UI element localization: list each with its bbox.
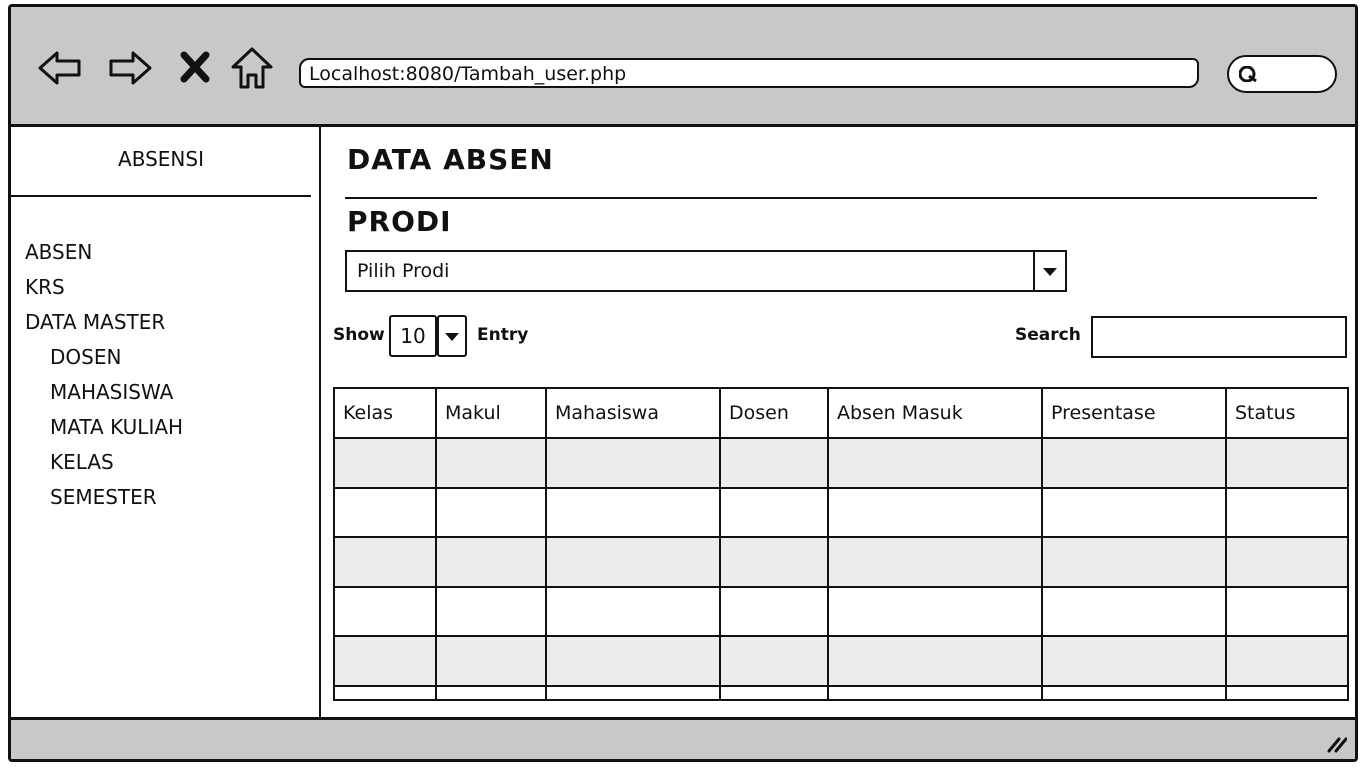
table-cell	[719, 684, 829, 702]
table-cell	[435, 585, 547, 638]
table-cell	[545, 684, 721, 702]
column-header-dosen[interactable]: Dosen	[719, 387, 829, 439]
table-cell	[1225, 635, 1349, 687]
table-cell	[719, 536, 829, 588]
table-cell	[1225, 437, 1349, 489]
sidebar-item-dosen[interactable]: DOSEN	[25, 340, 183, 375]
table-cell	[435, 635, 547, 687]
forward-arrow-icon[interactable]	[107, 45, 153, 91]
table-cell	[1041, 684, 1227, 702]
column-header-kelas[interactable]: Kelas	[333, 387, 437, 439]
table-cell	[333, 635, 437, 687]
table-row	[333, 635, 1349, 687]
home-icon[interactable]	[229, 45, 275, 91]
entries-value: 10	[389, 315, 437, 357]
sidebar-item-absen[interactable]: ABSEN	[25, 235, 183, 270]
sidebar-item-mata-kuliah[interactable]: MATA KULIAH	[25, 410, 183, 445]
table-cell	[435, 486, 547, 539]
search-icon	[1238, 65, 1259, 83]
browser-window: Localhost:8080/Tambah_user.php ABSENSI A…	[8, 4, 1358, 762]
table-row	[333, 486, 1349, 539]
table-cell	[1041, 585, 1227, 638]
browser-search-box[interactable]	[1227, 55, 1337, 93]
entries-dropdown-button[interactable]	[437, 315, 467, 357]
table-cell	[1225, 585, 1349, 638]
table-cell	[827, 585, 1043, 638]
table-cell	[435, 536, 547, 588]
sidebar-item-semester[interactable]: SEMESTER	[25, 480, 183, 515]
table-cell	[333, 536, 437, 588]
table-row	[333, 437, 1349, 489]
sidebar-item-krs[interactable]: KRS	[25, 270, 183, 305]
entry-label: Entry	[477, 325, 529, 345]
table-cell	[719, 486, 829, 539]
column-header-mahasiswa[interactable]: Mahasiswa	[545, 387, 721, 439]
table-cell	[719, 437, 829, 489]
table-cell	[1041, 437, 1227, 489]
table-cell	[545, 635, 721, 687]
table-cell	[545, 486, 721, 539]
close-icon[interactable]	[177, 45, 213, 91]
column-header-makul[interactable]: Makul	[435, 387, 547, 439]
table-cell	[435, 684, 547, 702]
column-header-presentase[interactable]: Presentase	[1041, 387, 1227, 439]
sidebar-item-data-master[interactable]: DATA MASTER	[25, 305, 183, 340]
table-header-row: Kelas Makul Mahasiswa Dosen Absen Masuk …	[333, 387, 1349, 439]
table-cell	[1225, 486, 1349, 539]
table-cell	[545, 585, 721, 638]
sidebar-item-mahasiswa[interactable]: MAHASISWA	[25, 375, 183, 410]
back-arrow-icon[interactable]	[37, 45, 83, 91]
search-label: Search	[1015, 325, 1081, 345]
table-cell	[435, 437, 547, 489]
table-cell	[1041, 536, 1227, 588]
table-cell	[827, 486, 1043, 539]
sidebar-title: ABSENSI	[118, 147, 204, 171]
table-cell	[1041, 486, 1227, 539]
table-cell	[827, 635, 1043, 687]
table-cell	[1041, 635, 1227, 687]
table-cell	[333, 486, 437, 539]
table-cell	[1225, 684, 1349, 702]
absen-table: Kelas Makul Mahasiswa Dosen Absen Masuk …	[333, 387, 1349, 702]
table-row	[333, 684, 1349, 702]
table-cell	[545, 437, 721, 489]
status-bar	[11, 717, 1355, 759]
chevron-down-icon	[445, 333, 459, 341]
table-row	[333, 585, 1349, 638]
sidebar-menu: ABSEN KRS DATA MASTER DOSEN MAHASISWA MA…	[25, 235, 183, 515]
address-bar[interactable]: Localhost:8080/Tambah_user.php	[299, 58, 1199, 88]
prodi-dropdown-button[interactable]	[1033, 252, 1065, 290]
table-cell	[827, 536, 1043, 588]
show-label: Show	[333, 325, 385, 345]
column-header-status[interactable]: Status	[1225, 387, 1349, 439]
search-input[interactable]	[1091, 316, 1347, 358]
sidebar-item-kelas[interactable]: KELAS	[25, 445, 183, 480]
entries-select[interactable]: 10	[389, 315, 469, 357]
table-cell	[333, 437, 437, 489]
prodi-label: PRODI	[347, 205, 452, 238]
table-row	[333, 536, 1349, 588]
table-cell	[545, 536, 721, 588]
table-cell	[333, 684, 437, 702]
resize-grip-icon[interactable]	[1325, 731, 1348, 753]
prodi-select-value: Pilih Prodi	[357, 260, 450, 282]
table-cell	[827, 437, 1043, 489]
sidebar: ABSENSI ABSEN KRS DATA MASTER DOSEN MAHA…	[11, 127, 321, 721]
title-divider	[345, 197, 1317, 199]
table-cell	[827, 684, 1043, 702]
page-title: DATA ABSEN	[347, 143, 554, 176]
table-cell	[333, 585, 437, 638]
sidebar-divider	[11, 195, 311, 197]
browser-toolbar: Localhost:8080/Tambah_user.php	[11, 7, 1355, 127]
prodi-select[interactable]: Pilih Prodi	[345, 250, 1067, 292]
column-header-absen-masuk[interactable]: Absen Masuk	[827, 387, 1043, 439]
table-cell	[719, 635, 829, 687]
table-cell	[1225, 536, 1349, 588]
chevron-down-icon	[1043, 268, 1057, 276]
table-cell	[719, 585, 829, 638]
